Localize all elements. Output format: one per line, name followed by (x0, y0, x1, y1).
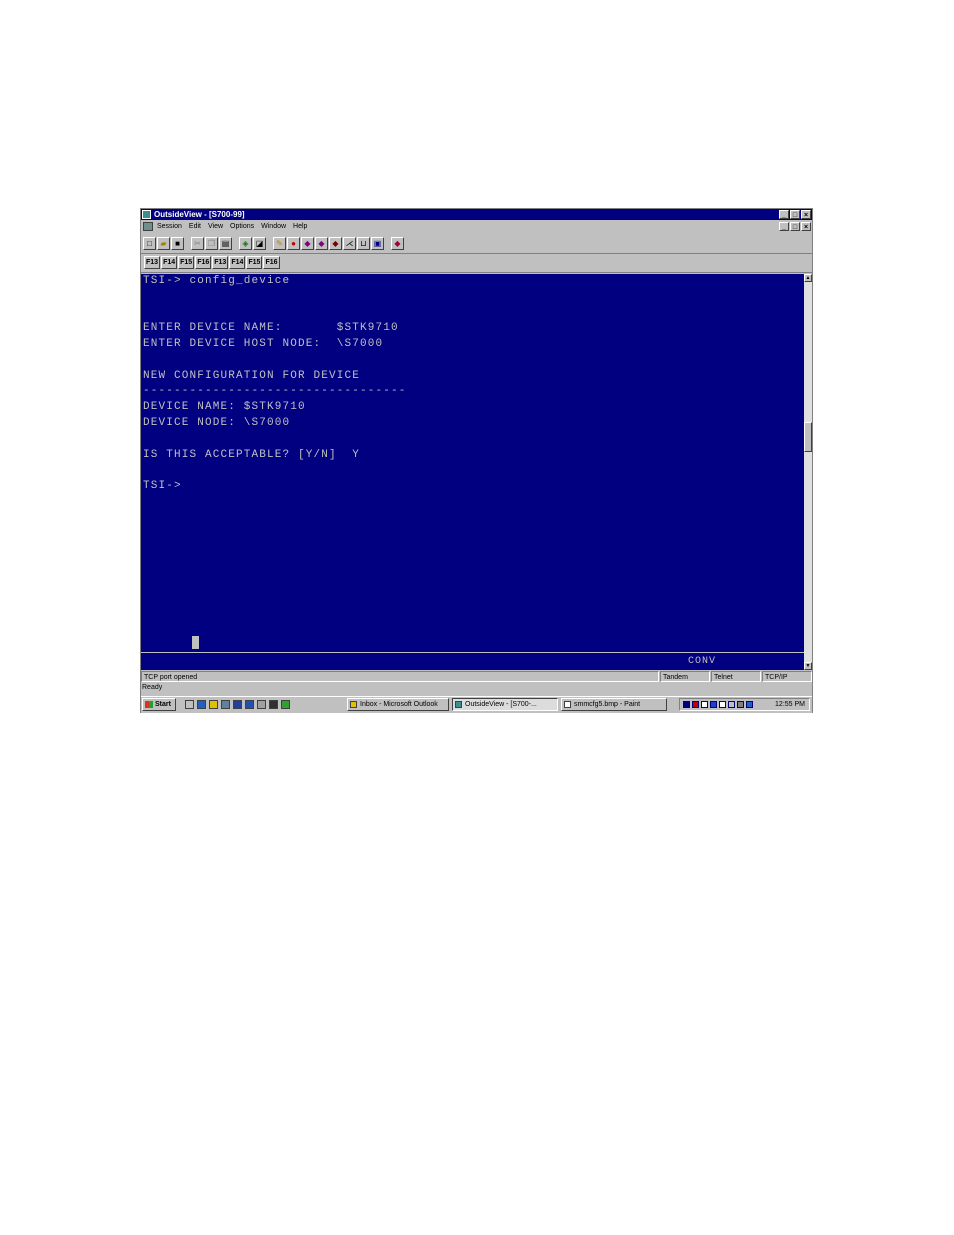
window-icon[interactable]: ▣ (371, 237, 384, 250)
status-bar: TCP port opened Tandem Telnet TCP/IP (141, 671, 812, 682)
start-button[interactable]: Start (142, 698, 176, 711)
fkey-f13-shift[interactable]: F13 (212, 256, 229, 269)
app-icon (142, 210, 151, 219)
task-outsideview[interactable]: OutsideView - [S700-... (452, 698, 558, 711)
fkey-f14-shift[interactable]: F14 (229, 256, 246, 269)
new-icon[interactable]: □ (143, 237, 156, 250)
taskbar: Start Inbox - Microsoft Outlook OutsideV… (141, 696, 812, 713)
network-icon[interactable] (221, 700, 230, 709)
ready-text: Ready (142, 684, 163, 691)
window-title: OutsideView - [S700-99] (154, 210, 245, 219)
user-icon[interactable] (269, 700, 278, 709)
capture-icon[interactable]: ⊔ (357, 237, 370, 250)
transfer-icon[interactable]: ⋌ (343, 237, 356, 250)
text-cursor (192, 636, 199, 649)
title-bar[interactable]: OutsideView - [S700-99] _ □ × (141, 209, 812, 220)
terminal-screen[interactable]: TSI-> config_device ENTER DEVICE NAME: $… (141, 274, 804, 670)
disconnect-icon[interactable]: ◪ (253, 237, 266, 250)
fkey-f15[interactable]: F15 (178, 256, 195, 269)
outlook-icon[interactable] (209, 700, 218, 709)
doc-restore-button[interactable]: □ (790, 222, 800, 231)
clock[interactable]: 12:55 PM (775, 699, 805, 710)
status-message: TCP port opened (141, 671, 659, 682)
fkey-f13[interactable]: F13 (144, 256, 161, 269)
copy-icon[interactable]: ❐ (205, 237, 218, 250)
fkey-f14[interactable]: F14 (161, 256, 178, 269)
volume-icon[interactable] (701, 701, 708, 708)
macro-icon[interactable]: ◆ (301, 237, 314, 250)
outsideview-window: OutsideView - [S700-99] _ □ × Session Ed… (140, 208, 813, 713)
doc-minimize-button[interactable]: _ (779, 222, 789, 231)
terminal-line: TSI-> (143, 480, 182, 492)
function-key-bar: F13 F14 F15 F16 F13 F14 F15 F16 (144, 256, 280, 270)
messenger-icon[interactable] (233, 700, 242, 709)
printer-icon[interactable] (728, 701, 735, 708)
fkey-f15-shift[interactable]: F15 (246, 256, 263, 269)
quick-launch (185, 700, 290, 709)
connect-icon[interactable]: ◈ (239, 237, 252, 250)
terminal-mode: CONV (688, 656, 717, 667)
print-icon[interactable]: ▤ (219, 237, 232, 250)
network-tray-icon[interactable] (746, 701, 753, 708)
minimize-button[interactable]: _ (779, 210, 789, 219)
terminal-line: DEVICE NODE: \S7000 (143, 417, 291, 429)
terminal-line: ---------------------------------- (143, 385, 407, 397)
keyboard-icon[interactable] (737, 701, 744, 708)
explorer-icon[interactable] (245, 700, 254, 709)
menu-session[interactable]: Session (157, 221, 182, 232)
cut-icon[interactable]: ✂ (191, 237, 204, 250)
terminal-line: DEVICE NAME: $STK9710 (143, 401, 306, 413)
keymap-icon[interactable]: ◆ (315, 237, 328, 250)
sync-icon[interactable] (719, 701, 726, 708)
settings-icon[interactable]: ◆ (329, 237, 342, 250)
main-toolbar: □ ▰ ■ ✂ ❐ ▤ ◈ ◪ ✎ ● ◆ ◆ ◆ ⋌ ⊔ ▣ ◆ (143, 235, 404, 252)
record-icon[interactable]: ● (287, 237, 300, 250)
save-icon[interactable]: ■ (171, 237, 184, 250)
terminal-line: TSI-> config_device (143, 275, 291, 287)
scroll-down-icon[interactable]: ▼ (804, 662, 812, 670)
menu-options[interactable]: Options (230, 221, 254, 232)
close-button[interactable]: × (801, 210, 811, 219)
session-doc-icon[interactable] (143, 222, 153, 231)
status-protocol: Telnet (711, 671, 761, 682)
ie-icon[interactable] (197, 700, 206, 709)
terminal-line: ENTER DEVICE HOST NODE: \S7000 (143, 338, 384, 350)
open-folder-icon[interactable]: ▰ (157, 237, 170, 250)
menu-view[interactable]: View (208, 221, 223, 232)
system-tray: 12:55 PM (679, 698, 810, 711)
shield-icon[interactable] (683, 701, 690, 708)
task-outlook[interactable]: Inbox - Microsoft Outlook (347, 698, 449, 711)
task-paint[interactable]: smmcfg5.bmp - Paint (561, 698, 667, 711)
connection-icon[interactable] (710, 701, 717, 708)
menu-edit[interactable]: Edit (189, 221, 201, 232)
desktop-icon[interactable] (185, 700, 194, 709)
terminal-line: NEW CONFIGURATION FOR DEVICE (143, 370, 361, 382)
terminal-line: IS THIS ACCEPTABLE? [Y/N] Y (143, 449, 361, 461)
fkey-f16[interactable]: F16 (195, 256, 212, 269)
antivirus-icon[interactable] (692, 701, 699, 708)
vertical-scrollbar[interactable]: ▲ ▼ (804, 274, 812, 670)
scroll-thumb[interactable] (804, 422, 812, 452)
script-icon[interactable]: ✎ (273, 237, 286, 250)
update-icon[interactable] (281, 700, 290, 709)
terminal-line: ENTER DEVICE NAME: $STK9710 (143, 322, 399, 334)
fkey-f16-shift[interactable]: F16 (263, 256, 280, 269)
status-transport: TCP/IP (762, 671, 812, 682)
calc-icon[interactable] (257, 700, 266, 709)
maximize-button[interactable]: □ (790, 210, 800, 219)
menu-bar: Session Edit View Options Window Help (141, 221, 812, 232)
doc-close-button[interactable]: × (801, 222, 811, 231)
menu-help[interactable]: Help (293, 221, 307, 232)
scroll-up-icon[interactable]: ▲ (804, 274, 812, 282)
menu-window[interactable]: Window (261, 221, 286, 232)
help-book-icon[interactable]: ◆ (391, 237, 404, 250)
status-host-type: Tandem (660, 671, 710, 682)
